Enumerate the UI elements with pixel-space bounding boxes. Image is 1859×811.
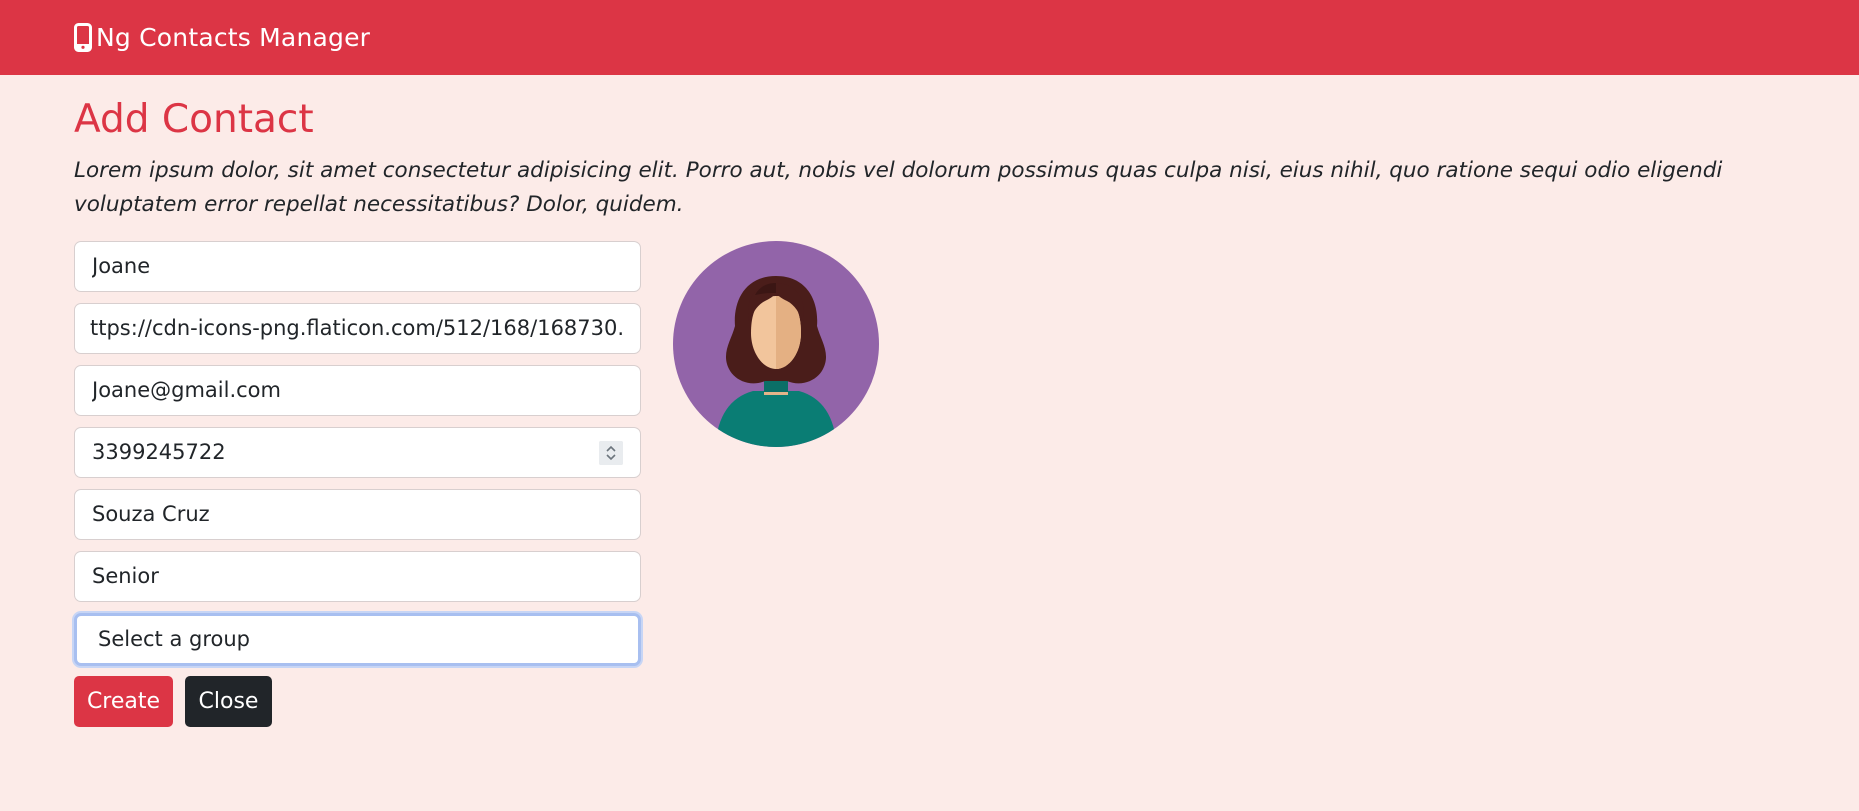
content-row: Joane ttps://cdn-icons-png.flaticon.com/… — [74, 240, 1799, 727]
photo-url-value: ttps://cdn-icons-png.flaticon.com/512/16… — [90, 316, 623, 341]
number-spinner-icon[interactable] — [599, 440, 623, 465]
contact-form: Joane ttps://cdn-icons-png.flaticon.com/… — [74, 240, 641, 727]
title-value: Senior — [92, 564, 159, 589]
navbar: Ng Contacts Manager — [0, 0, 1859, 75]
form-actions: Create Close — [74, 675, 641, 727]
email-input[interactable]: Joane@gmail.com — [74, 364, 641, 416]
brand-label: Ng Contacts Manager — [96, 23, 371, 52]
name-value: Joane — [92, 254, 151, 279]
create-button[interactable]: Create — [74, 675, 173, 727]
photo-url-input[interactable]: ttps://cdn-icons-png.flaticon.com/512/16… — [74, 302, 641, 354]
page-description: Lorem ipsum dolor, sit amet consectetur … — [74, 157, 1723, 217]
mobile-value: 3399245722 — [92, 440, 226, 465]
page-title: Add Contact — [74, 97, 314, 142]
close-button[interactable]: Close — [185, 675, 272, 727]
email-value: Joane@gmail.com — [92, 378, 281, 403]
avatar-column — [673, 240, 879, 727]
group-select-value: Select a group — [98, 627, 250, 652]
title-input[interactable]: Senior — [74, 550, 641, 602]
mobile-input[interactable]: 3399245722 — [74, 426, 641, 478]
group-select[interactable]: Select a group — [74, 612, 641, 666]
mobile-phone-icon — [74, 22, 92, 52]
company-value: Souza Cruz — [92, 502, 210, 527]
main-container: Add Contact Lorem ipsum dolor, sit amet … — [0, 97, 1859, 727]
woman-avatar-icon — [673, 240, 879, 447]
company-input[interactable]: Souza Cruz — [74, 488, 641, 540]
brand-link[interactable]: Ng Contacts Manager — [74, 22, 371, 53]
name-input[interactable]: Joane — [74, 240, 641, 292]
